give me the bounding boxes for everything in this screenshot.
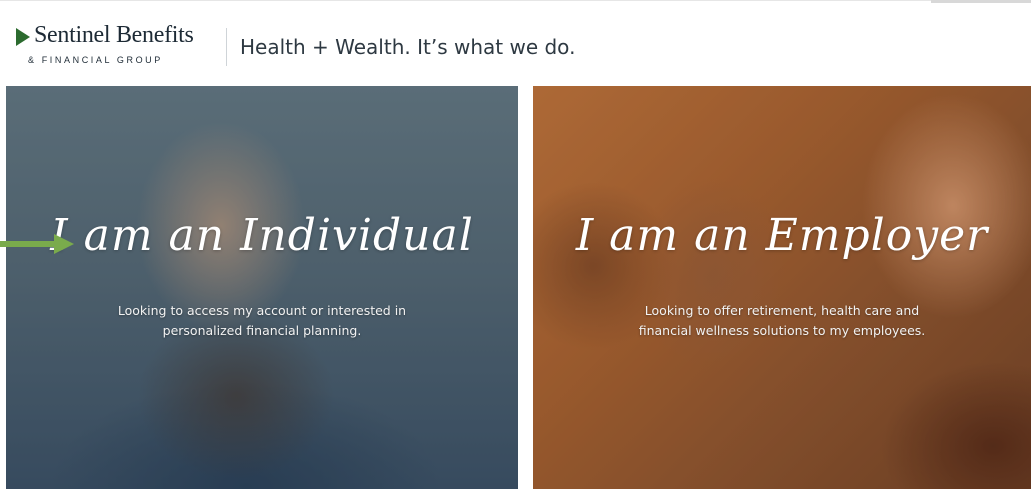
employer-description-line: Looking to offer retirement, health care… (644, 303, 920, 318)
logo-name: Sentinel Benefits (34, 22, 194, 48)
individual-description-line: personalized financial planning. (162, 323, 362, 338)
tagline: Health + Wealth. It’s what we do. (240, 35, 576, 59)
logo-link[interactable]: Sentinel Benefits & FINANCIAL GROUP (10, 22, 215, 72)
page: Sentinel Benefits & FINANCIAL GROUP Heal… (0, 0, 1031, 489)
employer-photo (533, 86, 1031, 489)
arrow-right-icon (0, 234, 74, 254)
header-divider (226, 28, 227, 66)
top-rule (0, 0, 1031, 7)
employer-description: Looking to offer retirement, health care… (573, 301, 991, 341)
employer-panel-link[interactable]: I am an Employer Looking to offer retire… (533, 86, 1031, 489)
individual-photo (6, 86, 518, 489)
site-header: Sentinel Benefits & FINANCIAL GROUP Heal… (0, 8, 1031, 84)
individual-description: Looking to access my account or interest… (46, 301, 478, 341)
individual-heading: I am an Individual (50, 210, 474, 261)
employer-heading: I am an Employer (575, 210, 989, 261)
employer-description-line: financial wellness solutions to my emplo… (638, 323, 926, 338)
logo-subtitle: & FINANCIAL GROUP (28, 55, 163, 65)
triangle-play-icon (16, 28, 30, 46)
individual-description-line: Looking to access my account or interest… (117, 303, 407, 318)
individual-panel-link[interactable]: I am an Individual Looking to access my … (6, 86, 518, 489)
